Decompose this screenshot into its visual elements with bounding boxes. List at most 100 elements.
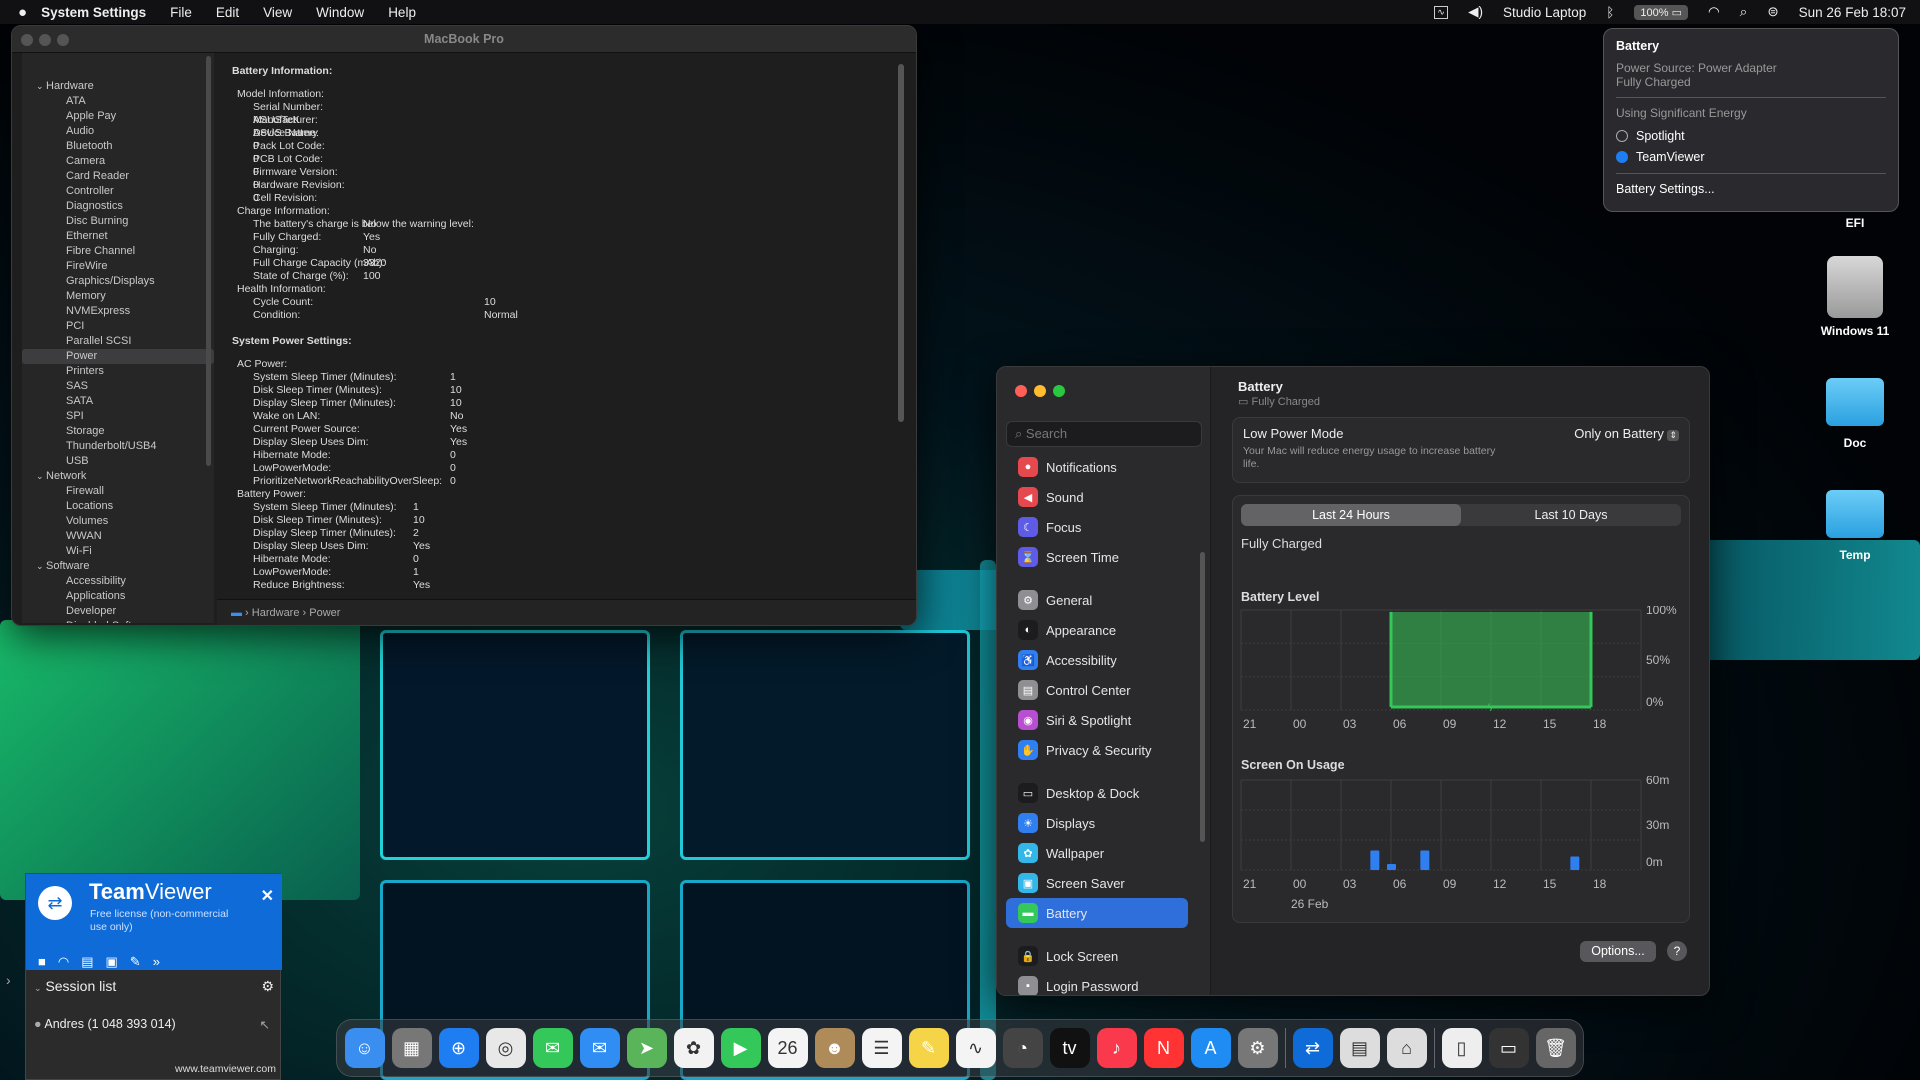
tree-item[interactable]: FireWire bbox=[22, 259, 214, 274]
tree-item[interactable]: Developer bbox=[22, 604, 214, 619]
tab-last-24-hours[interactable]: Last 24 Hours bbox=[1241, 504, 1461, 526]
cursor-icon[interactable]: ↖ bbox=[260, 1017, 270, 1032]
search-field[interactable]: ⌕ Search bbox=[1006, 421, 1202, 447]
energy-app-spotlight[interactable]: Spotlight bbox=[1616, 125, 1886, 146]
contacts-icon[interactable]: ☻ bbox=[814, 1028, 855, 1068]
clock[interactable]: Sun 26 Feb 18:07 bbox=[1799, 5, 1906, 20]
sidebar-item-appearance[interactable]: ◐ Appearance bbox=[1006, 615, 1188, 645]
low-power-mode-select[interactable]: Only on Battery ⇕ bbox=[1574, 426, 1679, 441]
control-center-icon[interactable]: ⊜ bbox=[1767, 4, 1778, 20]
reminders-icon[interactable]: ☰ bbox=[861, 1028, 902, 1068]
sidebar-item-screen-time[interactable]: ⌛ Screen Time bbox=[1006, 542, 1188, 572]
document-icon[interactable]: ▯ bbox=[1441, 1028, 1482, 1068]
launchpad-icon[interactable]: ▦ bbox=[391, 1028, 432, 1068]
gear-icon[interactable]: ⚙ bbox=[261, 978, 274, 995]
tree-item[interactable]: Wi-Fi bbox=[22, 544, 214, 559]
finder-icon[interactable]: ☺ bbox=[344, 1028, 385, 1068]
tree-item[interactable]: Thunderbolt/USB4 bbox=[22, 439, 214, 454]
activity-monitor-icon[interactable]: ◔ bbox=[1002, 1028, 1043, 1068]
files-icon[interactable]: ▣ bbox=[106, 954, 118, 970]
energy-app-teamviewer[interactable]: TeamViewer bbox=[1616, 146, 1886, 167]
notes-icon[interactable]: ✎ bbox=[908, 1028, 949, 1068]
menu-window[interactable]: Window bbox=[316, 5, 364, 20]
volume-icon[interactable]: ◀) bbox=[1468, 4, 1483, 20]
tree-item[interactable]: Locations bbox=[22, 499, 214, 514]
tree-item[interactable]: Diagnostics bbox=[22, 199, 214, 214]
menu-view[interactable]: View bbox=[263, 5, 292, 20]
tree-item[interactable]: Storage bbox=[22, 424, 214, 439]
tree-item[interactable]: Card Reader bbox=[22, 169, 214, 184]
sidebar-item-notifications[interactable]: ● Notifications bbox=[1006, 452, 1188, 482]
options-button[interactable]: Options... bbox=[1580, 941, 1656, 962]
tree-item[interactable]: PCI bbox=[22, 319, 214, 334]
teamviewer-icon[interactable]: ⇄ bbox=[1292, 1028, 1333, 1068]
tree-item[interactable]: Graphics/Displays bbox=[22, 274, 214, 289]
tree-item[interactable]: SAS bbox=[22, 379, 214, 394]
sidebar-item-general[interactable]: ⚙ General bbox=[1006, 585, 1188, 615]
tree-group[interactable]: ⌄ Hardware bbox=[22, 79, 214, 94]
sidebar-item-focus[interactable]: ☾ Focus bbox=[1006, 512, 1188, 542]
tree-item[interactable]: Ethernet bbox=[22, 229, 214, 244]
wifi-icon[interactable]: ◠ bbox=[1708, 4, 1720, 20]
desktop-item-doc[interactable]: Doc bbox=[1800, 378, 1910, 450]
tree-item[interactable]: Parallel SCSI bbox=[22, 334, 214, 349]
session-list-row[interactable]: ⌄ Session list ⚙ bbox=[26, 978, 282, 1000]
headset-icon[interactable]: ◠ bbox=[58, 954, 69, 970]
tree-item[interactable]: Memory bbox=[22, 289, 214, 304]
menu-file[interactable]: File bbox=[170, 5, 192, 20]
search-icon[interactable]: ⌕ bbox=[1740, 4, 1748, 20]
zoom-button[interactable] bbox=[57, 34, 69, 46]
tree-item[interactable]: SPI bbox=[22, 409, 214, 424]
bluetooth-icon[interactable]: ᛒ bbox=[1606, 5, 1614, 20]
desktop-item-temp[interactable]: Temp bbox=[1800, 490, 1910, 562]
music-icon[interactable]: ♪ bbox=[1096, 1028, 1137, 1068]
screenshot-icon[interactable]: ▭ bbox=[1488, 1028, 1529, 1068]
network-utility-icon[interactable]: ⌂ bbox=[1386, 1028, 1427, 1068]
sidebar-item-login-password[interactable]: ▪ Login Password bbox=[1006, 971, 1188, 995]
system-settings-icon[interactable]: ⚙ bbox=[1237, 1028, 1278, 1068]
close-button[interactable] bbox=[1015, 385, 1027, 397]
session-user-row[interactable]: ● Andres (1 048 393 014) ↖ bbox=[26, 1017, 282, 1039]
mail-icon[interactable]: ✉ bbox=[579, 1028, 620, 1068]
tree-item[interactable]: Controller bbox=[22, 184, 214, 199]
menu-edit[interactable]: Edit bbox=[216, 5, 239, 20]
desktop-item-windows-11[interactable]: Windows 11 bbox=[1800, 256, 1910, 338]
activity-icon[interactable]: ∿ bbox=[1434, 5, 1449, 19]
sidebar-scrollbar[interactable] bbox=[1200, 552, 1205, 842]
tools-icon[interactable]: ✎ bbox=[130, 954, 141, 970]
tree-item[interactable]: Fibre Channel bbox=[22, 244, 214, 259]
tree-item[interactable]: WWAN bbox=[22, 529, 214, 544]
minimize-button[interactable] bbox=[39, 34, 51, 46]
messages-icon[interactable]: ✉ bbox=[532, 1028, 573, 1068]
collapse-arrow-icon[interactable]: › bbox=[6, 972, 11, 988]
breadcrumb-hardware[interactable]: Hardware bbox=[252, 607, 300, 619]
video-icon[interactable]: ■ bbox=[38, 954, 46, 970]
network-name[interactable]: Studio Laptop bbox=[1503, 5, 1586, 20]
calendar-icon[interactable]: 26 bbox=[767, 1028, 808, 1068]
apple-logo-icon[interactable]: ● bbox=[18, 4, 27, 21]
minimize-button[interactable] bbox=[1034, 385, 1046, 397]
zoom-button[interactable] bbox=[1053, 385, 1065, 397]
tree-item[interactable]: Audio bbox=[22, 124, 214, 139]
battery-settings-link[interactable]: Battery Settings... bbox=[1616, 182, 1886, 196]
preview-icon[interactable]: ▤ bbox=[1339, 1028, 1380, 1068]
tree-item[interactable]: Volumes bbox=[22, 514, 214, 529]
disclosure-icon[interactable]: ⌄ bbox=[36, 471, 46, 481]
chat-icon[interactable]: ▤ bbox=[81, 954, 93, 970]
news-icon[interactable]: N bbox=[1143, 1028, 1184, 1068]
photos-icon[interactable]: ✿ bbox=[673, 1028, 714, 1068]
detail-scrollbar[interactable] bbox=[898, 64, 904, 422]
menu-app-name[interactable]: System Settings bbox=[41, 5, 146, 20]
chrome-icon[interactable]: ◎ bbox=[485, 1028, 526, 1068]
desktop-item-efi[interactable]: EFI bbox=[1800, 216, 1910, 230]
facetime-icon[interactable]: ▶ bbox=[720, 1028, 761, 1068]
disclosure-icon[interactable]: ⌄ bbox=[36, 561, 46, 571]
tree-item[interactable]: Accessibility bbox=[22, 574, 214, 589]
safari-icon[interactable]: ⊕ bbox=[438, 1028, 479, 1068]
tree-group[interactable]: ⌄ Software bbox=[22, 559, 214, 574]
freeform-icon[interactable]: ∿ bbox=[955, 1028, 996, 1068]
apple-tv-icon[interactable]: tv bbox=[1049, 1028, 1090, 1068]
sidebar-item-battery[interactable]: ▬ Battery bbox=[1006, 898, 1188, 928]
help-button[interactable]: ? bbox=[1667, 941, 1687, 961]
sidebar-item-desktop-dock[interactable]: ▭ Desktop & Dock bbox=[1006, 778, 1188, 808]
